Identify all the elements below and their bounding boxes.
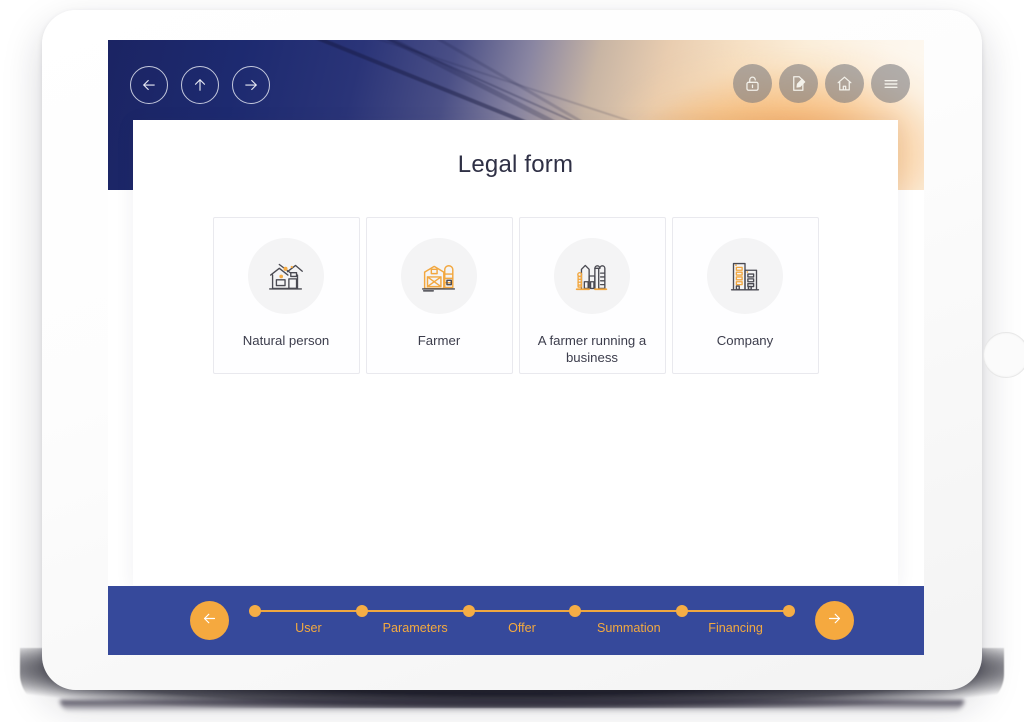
home-icon bbox=[835, 74, 854, 93]
screenshot-stage: Legal form Natural person Farmer A farme… bbox=[0, 0, 1024, 722]
banner-navigation-buttons bbox=[130, 66, 270, 104]
stepper-label[interactable]: Financing bbox=[708, 621, 763, 635]
stepper-dot[interactable] bbox=[462, 604, 475, 617]
forward-button[interactable] bbox=[232, 66, 270, 104]
option-card-farmer[interactable]: Farmer bbox=[365, 217, 513, 374]
stepper-label[interactable]: Offer bbox=[508, 621, 536, 635]
stepper-label[interactable]: User bbox=[295, 621, 322, 635]
option-card-company[interactable]: Company bbox=[671, 217, 819, 374]
home-button[interactable] bbox=[825, 64, 864, 103]
stepper-dot[interactable] bbox=[569, 604, 582, 617]
barn-icon bbox=[401, 238, 477, 314]
edit-button[interactable] bbox=[779, 64, 818, 103]
office-buildings-icon bbox=[707, 238, 783, 314]
back-arrow-icon bbox=[201, 610, 218, 632]
legal-form-options: Natural person Farmer A farmer running a… bbox=[133, 217, 898, 374]
stepper-dot[interactable] bbox=[783, 604, 795, 617]
option-card-natural-person[interactable]: Natural person bbox=[212, 217, 360, 374]
edit-icon bbox=[789, 74, 808, 93]
lock-button[interactable] bbox=[733, 64, 772, 103]
progress-stepper: User Parameters Offer Summation Financing bbox=[249, 601, 795, 641]
stepper-dot[interactable] bbox=[249, 604, 261, 617]
previous-step-button[interactable] bbox=[190, 601, 229, 640]
up-arrow-icon bbox=[191, 76, 209, 94]
option-label: A farmer running a business bbox=[537, 333, 647, 365]
page-title: Legal form bbox=[457, 151, 574, 178]
option-card-farmer-business[interactable]: A farmer running a business bbox=[518, 217, 666, 374]
footer-stepper-bar: User Parameters Offer Summation Financing bbox=[108, 586, 924, 655]
lock-icon bbox=[743, 74, 762, 93]
stepper-label[interactable]: Parameters bbox=[383, 621, 448, 635]
factory-icon bbox=[554, 238, 630, 314]
device-home-button[interactable] bbox=[983, 332, 1024, 378]
menu-icon bbox=[881, 74, 901, 94]
content-panel: Legal form Natural person Farmer A farme… bbox=[133, 120, 898, 585]
forward-arrow-icon bbox=[242, 76, 260, 94]
device-reflection bbox=[60, 700, 964, 712]
stepper-dot[interactable] bbox=[355, 604, 368, 617]
menu-button[interactable] bbox=[871, 64, 910, 103]
back-button[interactable] bbox=[130, 66, 168, 104]
stepper-label[interactable]: Summation bbox=[597, 621, 661, 635]
up-button[interactable] bbox=[181, 66, 219, 104]
back-arrow-icon bbox=[140, 76, 158, 94]
forward-arrow-icon bbox=[826, 610, 843, 632]
stepper-dot[interactable] bbox=[676, 604, 689, 617]
stepper-track bbox=[259, 609, 785, 612]
option-label: Natural person bbox=[242, 333, 330, 348]
banner-tool-buttons bbox=[733, 64, 910, 103]
tablet-screen: Legal form Natural person Farmer A farme… bbox=[108, 40, 924, 655]
house-icon bbox=[248, 238, 324, 314]
next-step-button[interactable] bbox=[815, 601, 854, 640]
option-label: Company bbox=[716, 333, 774, 348]
option-label: Farmer bbox=[417, 333, 461, 348]
